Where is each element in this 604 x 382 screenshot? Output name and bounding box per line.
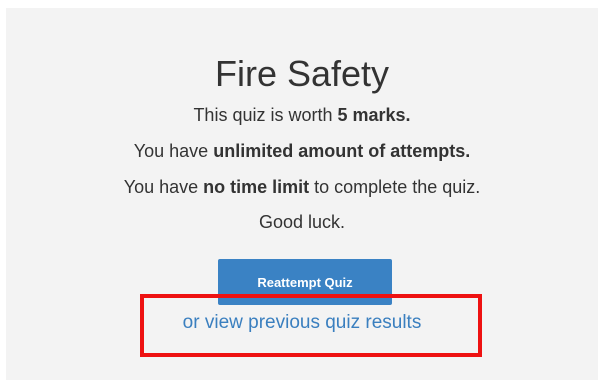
time-text-pre: You have bbox=[123, 177, 204, 197]
reattempt-quiz-button[interactable]: Reattempt Quiz bbox=[218, 259, 392, 305]
attempts-text: You have bbox=[133, 141, 214, 161]
marks-text: This quiz is worth bbox=[193, 105, 338, 125]
good-luck-text: Good luck. bbox=[258, 212, 346, 232]
quiz-attempts-info: You have unlimited amount of attempts. bbox=[6, 140, 598, 162]
quiz-marks-info: This quiz is worth 5 marks. bbox=[6, 104, 598, 126]
view-previous-results-link[interactable]: or view previous quiz results bbox=[0, 312, 604, 334]
quiz-time-info: You have no time limit to complete the q… bbox=[6, 176, 598, 198]
reattempt-quiz-label: Reattempt Quiz bbox=[257, 275, 353, 290]
attempts-value: unlimited amount of attempts. bbox=[213, 141, 471, 161]
quiz-title: Fire Safety bbox=[214, 53, 390, 94]
marks-value: 5 marks. bbox=[337, 105, 411, 125]
time-value: no time limit bbox=[203, 177, 310, 197]
time-text-post: to complete the quiz. bbox=[309, 177, 481, 197]
